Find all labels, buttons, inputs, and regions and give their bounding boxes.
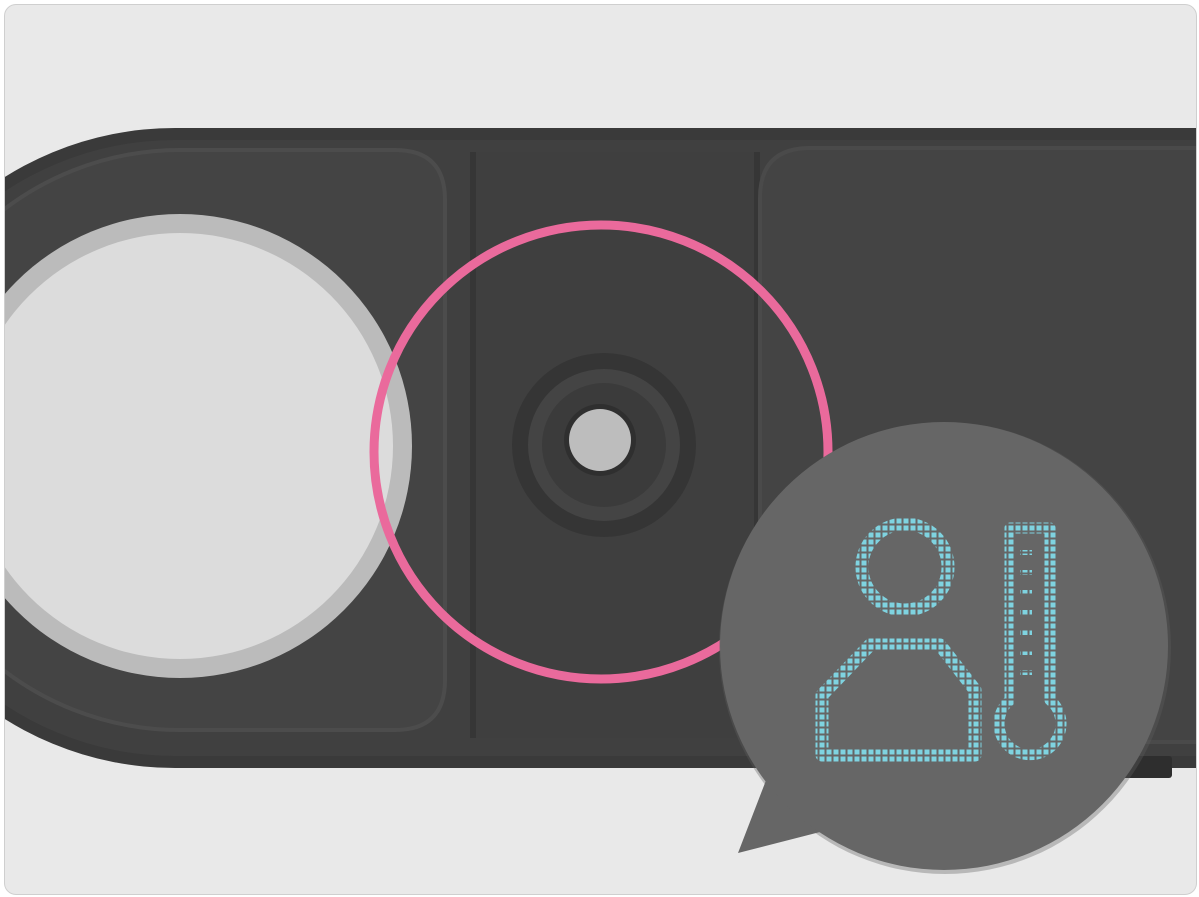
device-illustration [5,128,1196,874]
person-temperature-icon [790,500,1100,790]
sensor-lens [512,353,696,537]
